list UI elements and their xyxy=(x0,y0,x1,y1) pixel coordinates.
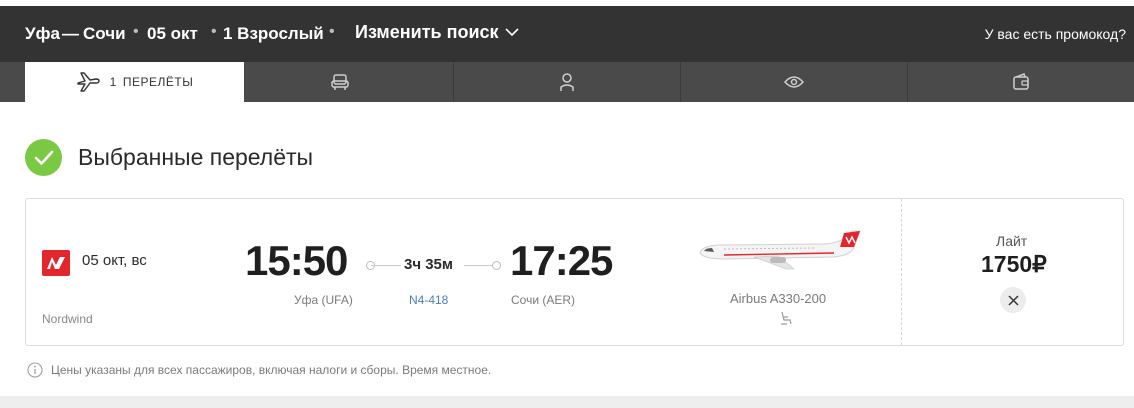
flight-number-link[interactable]: N4-418 xyxy=(409,293,448,307)
seat-pitch-icon xyxy=(781,311,792,325)
separator-dot: • xyxy=(329,23,335,40)
selected-flight-card: 05 окт, вс Nordwind 15:50 Уфа (UFA) 3ч 3… xyxy=(25,198,1124,346)
tab-flights-active[interactable]: 1 ПЕРЕЛЁТЫ xyxy=(25,62,244,102)
tariff-name: Лайт xyxy=(996,233,1028,249)
search-summary-header: Уфа — Сочи • 05 окт • 1 Взрослый • Измен… xyxy=(0,6,1134,62)
flight-date: 05 окт, вс xyxy=(82,252,147,269)
arrival-airport: Сочи (AER) xyxy=(511,293,576,307)
arrival-time: 17:25 xyxy=(510,237,613,284)
tab-passengers[interactable] xyxy=(454,62,681,102)
tab-flights-count: 1 xyxy=(109,75,117,89)
aircraft-image xyxy=(699,230,861,270)
card-divider xyxy=(901,199,902,345)
aircraft-model: Airbus A330-200 xyxy=(730,291,827,306)
departure-airport: Уфа (UFA) xyxy=(294,293,353,307)
departure-time: 15:50 xyxy=(245,237,348,284)
route-line xyxy=(371,265,401,266)
close-icon xyxy=(1007,294,1019,306)
flight-price: 1750₽ xyxy=(981,251,1047,277)
page-title: Выбранные перелёты xyxy=(78,144,314,170)
separator-dot: • xyxy=(133,23,139,40)
route-end-dot xyxy=(492,261,501,270)
remove-flight-button[interactable] xyxy=(1000,287,1026,313)
search-date: 05 окт xyxy=(147,24,198,43)
airline-logo xyxy=(42,250,70,276)
seat-icon xyxy=(331,74,349,90)
change-search-label: Изменить поиск xyxy=(355,22,499,42)
separator-dot: • xyxy=(211,23,217,40)
price-note: Цены указаны для всех пассажиров, включа… xyxy=(27,362,491,378)
wallet-icon xyxy=(1013,73,1029,90)
tab-seats[interactable] xyxy=(227,62,454,102)
price-note-text: Цены указаны для всех пассажиров, включа… xyxy=(51,363,492,377)
info-icon xyxy=(27,362,43,378)
tab-flights-label: ПЕРЕЛЁТЫ xyxy=(122,75,194,89)
plane-icon xyxy=(76,72,100,92)
chevron-down-icon xyxy=(504,28,519,37)
promo-code-link[interactable]: У вас есть промокод? xyxy=(985,26,1126,42)
search-passengers: 1 Взрослый xyxy=(223,24,324,43)
flight-duration: 3ч 35м xyxy=(404,256,453,273)
checkmark-icon xyxy=(25,139,62,176)
change-search-button[interactable]: Изменить поиск xyxy=(355,22,519,43)
airline-name: Nordwind xyxy=(42,312,93,326)
tab-review[interactable] xyxy=(681,62,908,102)
eye-icon xyxy=(784,76,804,88)
tab-payment[interactable] xyxy=(908,62,1134,102)
page-bottom-strip xyxy=(0,396,1134,408)
passenger-icon xyxy=(560,73,574,91)
route-to: Сочи xyxy=(83,24,126,43)
route-line xyxy=(464,265,494,266)
route-dash: — xyxy=(62,24,79,43)
route-from: Уфа xyxy=(25,24,60,43)
